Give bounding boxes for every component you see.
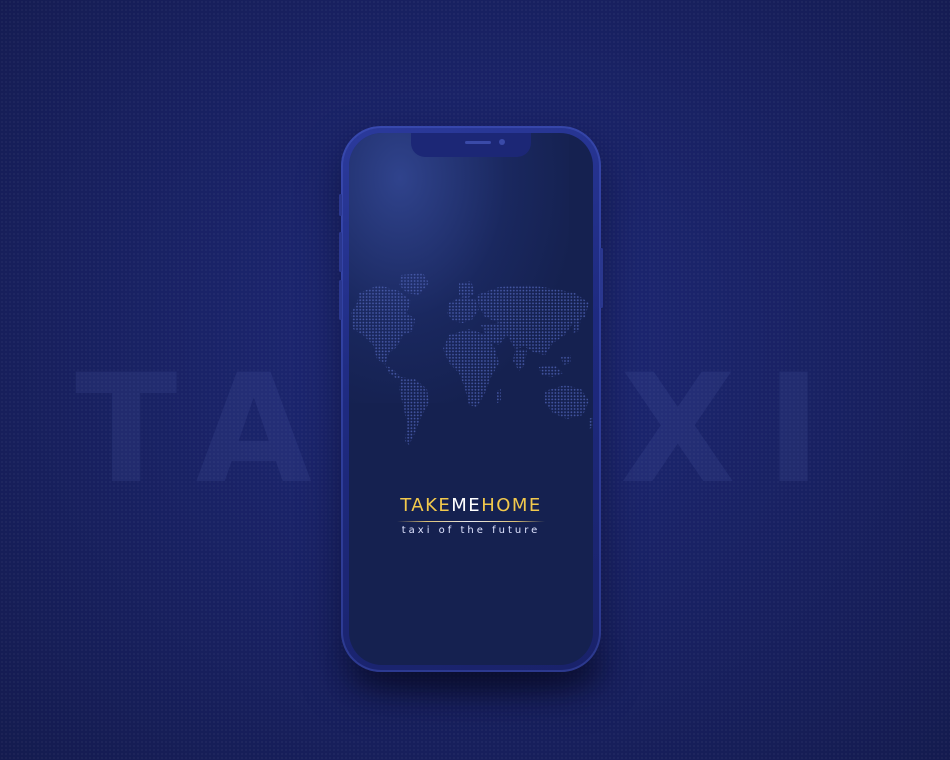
background-word-right: XI — [620, 343, 852, 517]
logo-text-home: HOME — [481, 495, 542, 516]
app-tagline: taxi of the future — [401, 525, 541, 536]
splash-screen[interactable]: TAKEMEHOME taxi of the future — [349, 133, 593, 665]
background-word-left: TA — [75, 343, 342, 517]
notch — [411, 133, 531, 157]
volume-up-button — [339, 232, 342, 272]
world-map-icon — [351, 273, 593, 445]
volume-down-button — [339, 280, 342, 320]
speaker-icon — [465, 141, 491, 144]
camera-icon — [499, 139, 505, 145]
brand-block: TAKEMEHOME taxi of the future — [349, 495, 593, 536]
app-logo: TAKEMEHOME — [400, 495, 542, 517]
phone-mockup: TAKEMEHOME taxi of the future — [339, 126, 603, 672]
logo-text-take: TAKE — [400, 495, 452, 516]
logo-text-me: ME — [451, 495, 482, 516]
logo-underline — [397, 521, 545, 522]
silent-switch — [339, 194, 342, 216]
power-button — [600, 248, 603, 308]
